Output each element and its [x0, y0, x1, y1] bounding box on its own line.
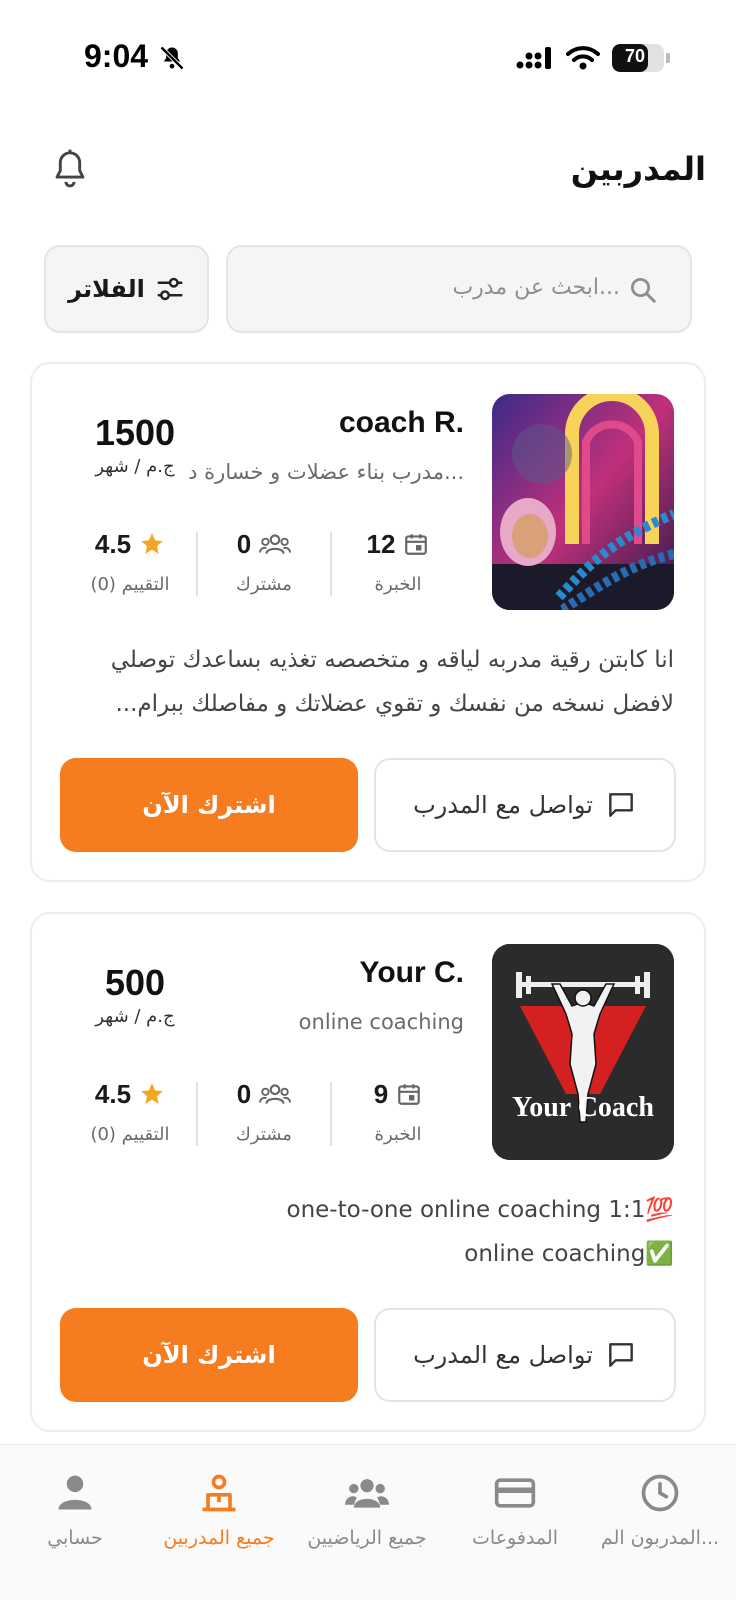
- nav-label: جميع الرياضيين: [307, 1527, 427, 1549]
- coach-icon: [202, 1474, 236, 1512]
- wifi-icon: [566, 46, 600, 70]
- stat-divider: [196, 1082, 198, 1146]
- coach-logo: Your Coach: [492, 944, 674, 1160]
- nav-item-my-account[interactable]: حسابي: [0, 1471, 150, 1549]
- notification-bell-icon[interactable]: [50, 148, 90, 190]
- rating-value: 4.5: [94, 528, 132, 559]
- coach-specialty: online coaching: [298, 1010, 464, 1034]
- nav-label: المدربون الم...: [600, 1527, 720, 1549]
- rating-stat: 4.5 (0) التقييم: [64, 524, 196, 604]
- price-block: 1500 ج.م / شهر: [60, 412, 210, 477]
- subscribers-label: مشترك: [236, 1124, 292, 1145]
- rating-stat: 4.5 (0) التقييم: [64, 1074, 196, 1154]
- group-icon: [259, 1084, 292, 1104]
- stat-divider: [330, 532, 332, 596]
- filters-button[interactable]: الفلاتر: [44, 245, 209, 333]
- experience-label: الخبرة: [374, 574, 422, 595]
- price-value: 500: [104, 962, 166, 1003]
- battery-level: 70: [624, 46, 646, 66]
- subscribers-value: 0: [236, 528, 252, 559]
- coach-stats: 9 الخبرة 0 مشترك 4.5 (0) التقييم: [68, 1074, 464, 1154]
- chat-icon: [609, 793, 633, 817]
- status-bar: 9:04 70: [0, 0, 736, 110]
- coach-card[interactable]: Your Coach Your C. online coaching 500 ج…: [30, 912, 706, 1432]
- group-icon: [259, 534, 292, 554]
- search-row: ابحث عن مدرب... الفلاتر: [44, 245, 692, 333]
- search-icon: [631, 278, 656, 303]
- star-icon: [141, 533, 163, 554]
- coach-name: coach R.: [338, 406, 464, 439]
- star-icon: [141, 1083, 163, 1104]
- price-value: 1500: [94, 412, 176, 453]
- coach-stats: 12 الخبرة 0 مشترك 4.5 (0) التقييم: [68, 524, 464, 604]
- battery-tip: [666, 53, 670, 63]
- description-line: online coaching✅: [464, 1241, 674, 1267]
- card-actions: اشترك الآن تواصل مع المدرب: [60, 1308, 676, 1404]
- battery-icon: 70: [612, 44, 664, 72]
- status-icons: 70: [516, 44, 670, 72]
- coach-description: انا كابتن رقية مدربه لياقه و متخصصه تغذي…: [110, 647, 674, 717]
- status-time: 9:04: [84, 38, 149, 74]
- logo-text: Your Coach: [512, 1092, 654, 1123]
- nav-label: المدفوعات: [472, 1527, 558, 1549]
- coach-name: Your C.: [359, 956, 464, 989]
- contact-coach-button[interactable]: تواصل مع المدرب: [374, 1308, 676, 1402]
- bell-off-icon: [160, 46, 184, 70]
- person-icon: [58, 1475, 92, 1510]
- coach-description: one-to-one online coaching 1:1💯 online c…: [62, 1188, 675, 1276]
- experience-stat: 9 الخبرة: [332, 1074, 464, 1154]
- sliders-icon: [157, 277, 183, 301]
- nav-item-all-athletes[interactable]: جميع الرياضيين: [292, 1471, 442, 1549]
- subscribe-button[interactable]: اشترك الآن: [60, 758, 358, 852]
- contact-label: تواصل مع المدرب: [413, 1341, 593, 1369]
- nav-label: حسابي: [47, 1527, 103, 1549]
- nav-item-my-coaches[interactable]: المدربون الم...: [590, 1471, 730, 1549]
- experience-stat: 12 الخبرة: [332, 524, 464, 604]
- page-title: المدربين: [570, 150, 706, 188]
- credit-card-icon: [494, 1478, 536, 1508]
- subscribers-stat: 0 مشترك: [198, 1074, 330, 1154]
- rating-label: (0) التقييم: [90, 574, 170, 595]
- search-input[interactable]: ابحث عن مدرب...: [226, 245, 692, 333]
- price-unit: ج.م / شهر: [95, 456, 175, 477]
- nav-item-all-coaches[interactable]: جميع المدربين: [144, 1471, 294, 1549]
- header: المدربين: [0, 140, 736, 200]
- price-block: 500 ج.م / شهر: [60, 962, 210, 1027]
- group-icon: [345, 1479, 389, 1508]
- description-line: one-to-one online coaching 1:1💯: [286, 1197, 675, 1223]
- nav-item-payments[interactable]: المدفوعات: [440, 1471, 590, 1549]
- coach-card[interactable]: coach R. مدرب بناء عضلات و خسارة د... 15…: [30, 362, 706, 882]
- contact-coach-button[interactable]: تواصل مع المدرب: [374, 758, 676, 852]
- filters-label: الفلاتر: [68, 275, 145, 303]
- contact-label: تواصل مع المدرب: [413, 791, 593, 819]
- chat-icon: [609, 1343, 633, 1367]
- stat-divider: [330, 1082, 332, 1146]
- rating-label: (0) التقييم: [90, 1124, 170, 1145]
- experience-value: 12: [366, 528, 396, 559]
- search-placeholder: ابحث عن مدرب...: [452, 275, 620, 300]
- subscribers-value: 0: [236, 1078, 252, 1109]
- stat-divider: [196, 532, 198, 596]
- calendar-icon: [398, 1084, 421, 1105]
- calendar-icon: [405, 534, 428, 555]
- rating-value: 4.5: [94, 1078, 132, 1109]
- subscribers-stat: 0 مشترك: [198, 524, 330, 604]
- experience-value: 9: [373, 1078, 389, 1109]
- cellular-signal-icon: [516, 47, 551, 69]
- nav-label: جميع المدربين: [163, 1527, 275, 1549]
- price-unit: ج.م / شهر: [95, 1006, 175, 1027]
- card-actions: اشترك الآن تواصل مع المدرب: [60, 758, 676, 854]
- coach-photo: [492, 394, 674, 610]
- coach-specialty: مدرب بناء عضلات و خسارة د...: [188, 460, 464, 484]
- subscribe-button[interactable]: اشترك الآن: [60, 1308, 358, 1402]
- experience-label: الخبرة: [374, 1124, 422, 1145]
- bottom-navigation: المدربون الم... المدفوعات جميع الرياضيين…: [0, 1444, 736, 1600]
- clock-icon: [641, 1474, 679, 1512]
- subscribers-label: مشترك: [236, 574, 292, 595]
